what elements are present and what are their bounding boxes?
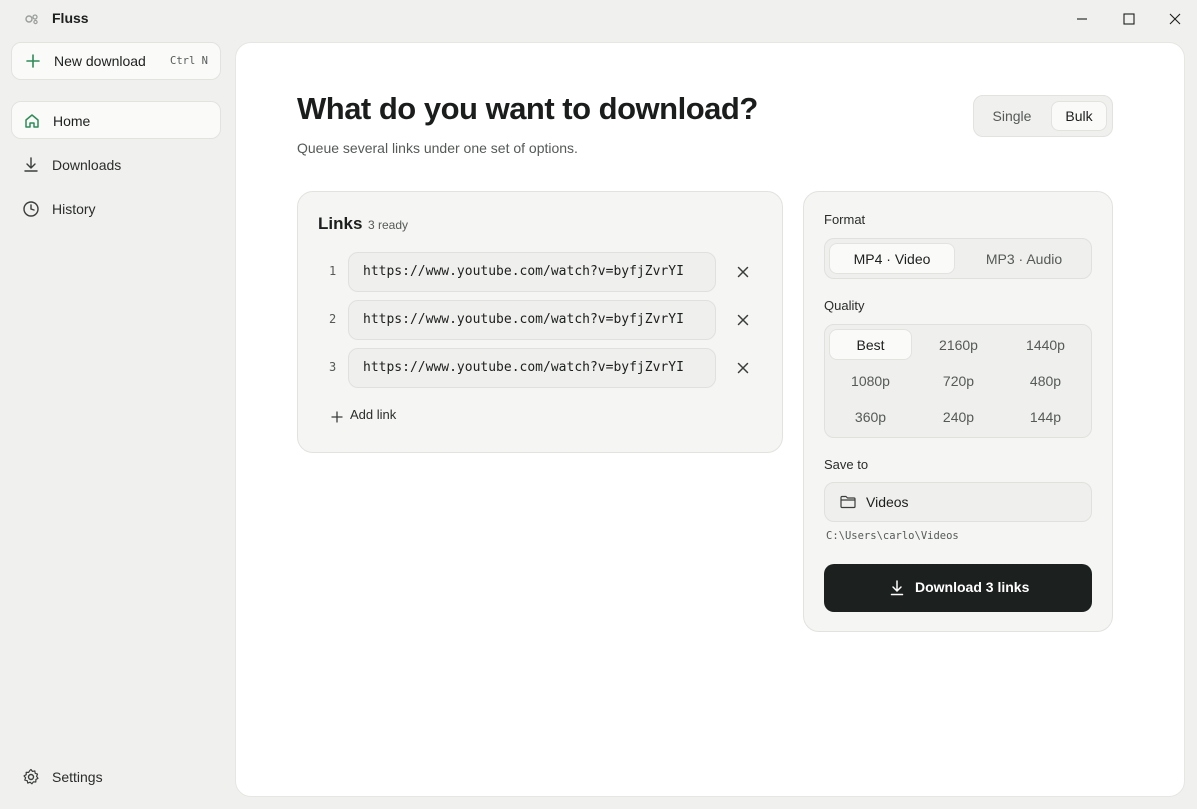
shortcut-hint: Ctrl N xyxy=(170,55,208,67)
new-download-label: New download xyxy=(54,53,146,69)
link-number: 1 xyxy=(329,264,337,278)
mode-bulk-button[interactable]: Bulk xyxy=(1051,101,1107,131)
home-icon xyxy=(23,112,41,130)
quality-grid: Best 2160p 1440p 1080p 720p 480p 360p 24… xyxy=(824,324,1092,438)
sidebar-item-settings[interactable]: Settings xyxy=(11,758,221,796)
sidebar-item-label: Downloads xyxy=(52,157,122,173)
link-url-input[interactable]: https://www.youtube.com/watch?v=byfjZvrY… xyxy=(348,252,716,292)
save-to-label: Save to xyxy=(824,457,869,472)
plus-icon xyxy=(331,410,343,428)
save-path: C:\Users\carlo\Videos xyxy=(826,530,959,542)
save-folder-picker[interactable]: Videos xyxy=(824,482,1092,522)
link-row: 3 https://www.youtube.com/watch?v=byfjZv… xyxy=(298,348,784,388)
sidebar-item-downloads[interactable]: Downloads xyxy=(11,146,221,184)
clock-icon xyxy=(22,200,40,218)
save-folder-name: Videos xyxy=(866,494,909,510)
quality-option[interactable]: 240p xyxy=(917,401,1000,432)
links-card: Links 3 ready 1 https://www.youtube.com/… xyxy=(297,191,783,453)
quality-option[interactable]: 144p xyxy=(1004,401,1087,432)
quality-option[interactable]: 360p xyxy=(829,401,912,432)
format-label: Format xyxy=(824,212,866,227)
app-title: Fluss xyxy=(52,10,89,26)
download-icon xyxy=(22,156,40,174)
quality-option[interactable]: 2160p xyxy=(917,329,1000,360)
download-links-button[interactable]: Download 3 links xyxy=(824,564,1092,612)
maximize-icon[interactable] xyxy=(1119,9,1139,29)
quality-option[interactable]: 720p xyxy=(917,365,1000,396)
main-panel: What do you want to download? Queue seve… xyxy=(235,42,1185,797)
folder-icon xyxy=(840,495,856,514)
minimize-icon[interactable] xyxy=(1072,9,1092,29)
download-button-label: Download 3 links xyxy=(915,579,1030,595)
gear-icon xyxy=(22,768,40,791)
fluss-logo-icon xyxy=(25,12,39,26)
remove-link-icon[interactable] xyxy=(735,312,751,328)
quality-label: Quality xyxy=(824,298,865,313)
plus-icon xyxy=(26,54,40,73)
mode-single-button[interactable]: Single xyxy=(979,101,1045,131)
link-number: 3 xyxy=(329,360,337,374)
page-title: What do you want to download? xyxy=(297,91,758,126)
close-icon[interactable] xyxy=(1165,9,1185,29)
options-card: Format MP4 · Video MP3 · Audio Quality B… xyxy=(803,191,1113,632)
mode-toggle: Single Bulk xyxy=(973,95,1113,137)
sidebar-item-label: Home xyxy=(53,113,91,129)
remove-link-icon[interactable] xyxy=(735,360,751,376)
sidebar-item-label: History xyxy=(52,201,96,217)
links-title: Links xyxy=(318,214,363,233)
download-icon xyxy=(890,580,904,601)
settings-label: Settings xyxy=(52,769,103,785)
remove-link-icon[interactable] xyxy=(735,264,751,280)
format-mp4-button[interactable]: MP4 · Video xyxy=(829,243,955,274)
link-row: 1 https://www.youtube.com/watch?v=byfjZv… xyxy=(298,252,784,292)
format-mp3-button[interactable]: MP3 · Audio xyxy=(959,243,1089,274)
page-subtitle: Queue several links under one set of opt… xyxy=(297,140,578,156)
link-url-input[interactable]: https://www.youtube.com/watch?v=byfjZvrY… xyxy=(348,348,716,388)
link-url-input[interactable]: https://www.youtube.com/watch?v=byfjZvrY… xyxy=(348,300,716,340)
new-download-button[interactable]: New download Ctrl N xyxy=(11,42,221,80)
link-number: 2 xyxy=(329,312,337,326)
quality-option[interactable]: 1080p xyxy=(829,365,912,396)
add-link-label: Add link xyxy=(350,407,397,422)
title-bar: Fluss xyxy=(0,0,1197,38)
quality-option[interactable]: 1440p xyxy=(1004,329,1087,360)
sidebar-item-history[interactable]: History xyxy=(11,190,221,228)
quality-option[interactable]: Best xyxy=(829,329,912,360)
link-row: 2 https://www.youtube.com/watch?v=byfjZv… xyxy=(298,300,784,340)
format-toggle: MP4 · Video MP3 · Audio xyxy=(824,238,1092,279)
sidebar-item-home[interactable]: Home xyxy=(11,101,221,139)
quality-option[interactable]: 480p xyxy=(1004,365,1087,396)
links-count-badge: 3 ready xyxy=(368,218,409,232)
